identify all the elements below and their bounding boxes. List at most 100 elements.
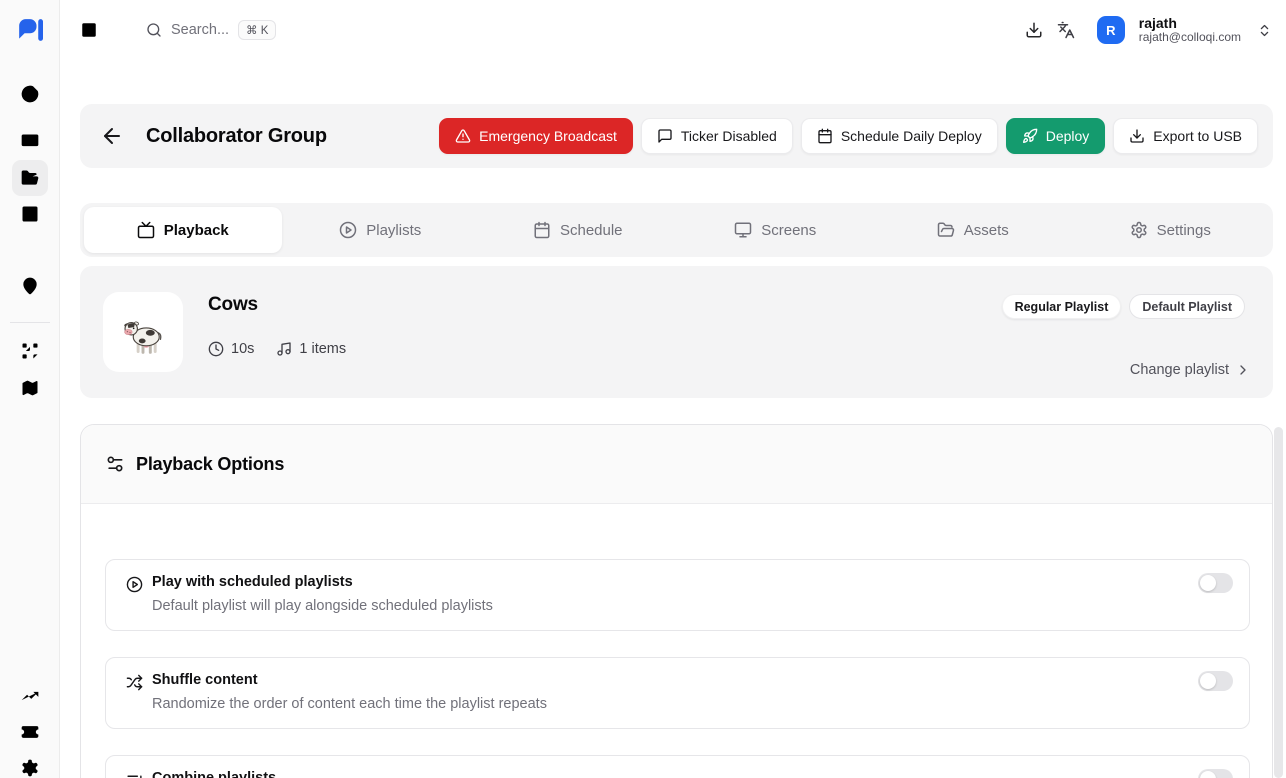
default-playlist-card: Cows 10s 1 items Regular Playlist Defaul… [80, 266, 1273, 398]
rocket-icon [1022, 128, 1038, 144]
schedule-daily-deploy-button[interactable]: Schedule Daily Deploy [801, 118, 998, 154]
page-title: Collaborator Group [146, 125, 327, 148]
tab-label: Settings [1157, 222, 1211, 239]
clock-icon [208, 341, 224, 357]
circle-play-icon [339, 221, 357, 239]
chevron-right-icon [1235, 362, 1251, 378]
search-input[interactable]: Search... ⌘ K [146, 15, 276, 45]
header-actions: Emergency Broadcast Ticker Disabled Sche… [439, 118, 1258, 154]
avatar[interactable]: R [1097, 16, 1125, 44]
sidebar [0, 0, 60, 778]
tab-label: Schedule [560, 222, 623, 239]
button-label: Deploy [1046, 128, 1090, 144]
playlist-title: Cows [208, 294, 258, 316]
circle-play-icon [126, 576, 143, 593]
list-end-icon [126, 772, 143, 778]
playback-options-header: Playback Options [81, 425, 1272, 504]
cow-image [117, 306, 169, 358]
button-label: Schedule Daily Deploy [841, 128, 982, 144]
section-title: Playback Options [136, 454, 284, 475]
app-logo-icon[interactable] [17, 17, 43, 43]
change-playlist-link[interactable]: Change playlist [1130, 362, 1251, 378]
playback-options-card: Playback Options Play with scheduled pla… [80, 424, 1273, 778]
sidebar-divider [10, 322, 50, 323]
tab-label: Playback [164, 222, 229, 239]
tv-icon [137, 221, 155, 239]
option-title: Combine playlists [152, 770, 276, 778]
shuffle-icon [126, 674, 143, 691]
calendar-icon [817, 128, 833, 144]
settings-gear-icon[interactable] [20, 758, 40, 778]
folder-open-icon [937, 221, 955, 239]
option-play-with-scheduled: Play with scheduled playlists Default pl… [105, 559, 1250, 631]
user-email: rajath@colloqi.com [1139, 31, 1241, 45]
tab-bar: Playback Playlists Schedule Screens Asse… [80, 203, 1273, 257]
back-arrow-icon[interactable] [100, 124, 124, 148]
option-shuffle-content: Shuffle content Randomize the order of c… [105, 657, 1250, 729]
gear-icon [1130, 221, 1148, 239]
tab-settings[interactable]: Settings [1072, 207, 1270, 253]
emergency-broadcast-button[interactable]: Emergency Broadcast [439, 118, 633, 154]
toggle-play-with-scheduled[interactable] [1198, 573, 1233, 593]
toggle-shuffle-content[interactable] [1198, 671, 1233, 691]
top-bar: Search... ⌘ K R rajath rajath@colloqi.co… [60, 0, 1286, 60]
tab-label: Screens [761, 222, 816, 239]
dashboard-gauge-icon[interactable] [20, 84, 40, 104]
playlist-badges: Regular Playlist Default Playlist [1002, 294, 1245, 319]
button-label: Emergency Broadcast [479, 128, 617, 144]
page-header: Collaborator Group Emergency Broadcast T… [80, 104, 1273, 168]
export-to-usb-button[interactable]: Export to USB [1113, 118, 1258, 154]
media-image-icon[interactable] [20, 204, 40, 224]
option-combine-playlists: Combine playlists [105, 755, 1250, 778]
playlists-menu-icon[interactable] [20, 240, 40, 260]
button-label: Ticker Disabled [681, 128, 777, 144]
search-placeholder: Search... [171, 22, 229, 38]
tab-schedule[interactable]: Schedule [479, 207, 677, 253]
search-icon [146, 22, 162, 38]
ticker-disabled-button[interactable]: Ticker Disabled [641, 118, 793, 154]
badge-regular-playlist: Regular Playlist [1002, 294, 1122, 319]
licenses-ticket-icon[interactable] [20, 722, 40, 742]
tab-playlists[interactable]: Playlists [282, 207, 480, 253]
locations-map-pin-icon[interactable] [20, 276, 40, 296]
playlist-item-count: 1 items [276, 341, 346, 357]
maps-icon[interactable] [20, 378, 40, 398]
triangle-alert-icon [455, 128, 471, 144]
badge-default-playlist: Default Playlist [1129, 294, 1245, 319]
music-note-icon [276, 341, 292, 357]
monitor-icon [734, 221, 752, 239]
calendar-icon [533, 221, 551, 239]
search-shortcut-badge: ⌘ K [238, 20, 276, 40]
playlist-meta: 10s 1 items [208, 341, 346, 357]
qr-code-icon[interactable] [20, 341, 40, 361]
playlist-duration: 10s [208, 341, 254, 357]
option-description: Randomize the order of content each time… [152, 696, 547, 712]
option-title: Shuffle content [152, 672, 258, 688]
tab-label: Assets [964, 222, 1009, 239]
tab-screens[interactable]: Screens [677, 207, 875, 253]
tab-assets[interactable]: Assets [874, 207, 1072, 253]
language-icon[interactable] [1057, 21, 1075, 39]
download-icon[interactable] [1025, 21, 1043, 39]
button-label: Export to USB [1153, 128, 1242, 144]
user-name: rajath [1139, 15, 1241, 31]
sliders-icon [105, 454, 125, 474]
user-info[interactable]: rajath rajath@colloqi.com [1139, 15, 1241, 45]
download-icon [1129, 128, 1145, 144]
chevrons-up-down-icon[interactable] [1257, 23, 1272, 38]
analytics-trending-up-icon[interactable] [20, 686, 40, 706]
tab-playback[interactable]: Playback [84, 207, 282, 253]
app-window: Search... ⌘ K R rajath rajath@colloqi.co… [0, 0, 1286, 778]
sidebar-toggle-icon[interactable] [80, 21, 98, 39]
folder-open-icon [20, 168, 40, 188]
tab-label: Playlists [366, 222, 421, 239]
toggle-combine-playlists[interactable] [1198, 769, 1233, 778]
option-description: Default playlist will play alongside sch… [152, 598, 493, 614]
playlist-thumbnail[interactable] [103, 292, 183, 372]
deploy-button[interactable]: Deploy [1006, 118, 1106, 154]
option-title: Play with scheduled playlists [152, 574, 353, 590]
screens-monitor-icon[interactable] [20, 132, 40, 152]
page-scrollbar[interactable] [1274, 427, 1283, 778]
message-square-icon [657, 128, 673, 144]
sidebar-item-groups[interactable] [12, 160, 48, 196]
